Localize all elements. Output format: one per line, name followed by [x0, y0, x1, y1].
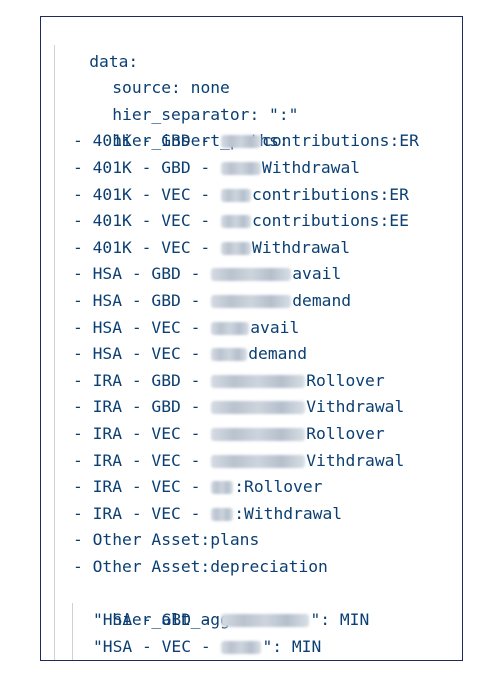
insert-path-line: - 401K - VEC - Withdrawal	[73, 235, 350, 262]
alt-agg-line: "HSA - VEC - ": MIN	[93, 634, 322, 660]
alt-agg-prefix: "HSA - VEC -	[93, 636, 221, 656]
redacted-blur	[221, 188, 252, 202]
path-prefix: - 401K - GBD -	[73, 158, 221, 177]
redacted-blur	[211, 454, 306, 468]
path-prefix: - HSA - GBD -	[73, 264, 211, 284]
path-suffix: Withdrawal	[262, 158, 361, 177]
path-suffix: Vithdrawal	[306, 450, 405, 470]
path-suffix: contributions:ER	[252, 184, 409, 204]
path-prefix: - IRA - VEC -	[73, 450, 211, 470]
insert-path-line: - HSA - VEC - avail	[73, 315, 299, 342]
alt-agg-suffix: ": MIN	[262, 636, 322, 656]
path-suffix: avail	[250, 317, 300, 337]
path-suffix: contributions:ER	[262, 131, 419, 151]
alt-agg-line: "HSA - GBD - ": MIN	[93, 607, 369, 634]
code-line-data: data:	[50, 22, 138, 71]
redacted-blur	[221, 614, 310, 628]
insert-path-line: - HSA - GBD - avail	[73, 261, 341, 288]
path-prefix: - HSA - GBD -	[73, 291, 211, 310]
insert-path-line: - HSA - VEC - demand	[73, 341, 307, 368]
redacted-blur	[221, 215, 252, 229]
alt-agg-prefix: "HSA - GBD -	[93, 610, 221, 630]
redacted-blur	[211, 374, 306, 388]
path-prefix: - 401K - VEC -	[73, 237, 221, 257]
redacted-blur	[211, 428, 306, 441]
path-suffix: Rollover	[306, 370, 385, 390]
redacted-blur	[211, 401, 306, 415]
path-suffix: contributions:EE	[252, 211, 409, 231]
redacted-blur	[221, 241, 252, 255]
redacted-blur	[211, 507, 234, 521]
redacted-blur	[221, 135, 262, 149]
code-line-source: source: none	[73, 49, 230, 97]
path-suffix: :Withdrawal	[234, 503, 343, 523]
code-line-hier-alt-agg: hier_alt_agg:	[73, 581, 239, 629]
insert-path-line: - IRA - GBD - Rollover	[73, 368, 385, 395]
insert-path-line: - HSA - GBD - demand	[73, 288, 351, 315]
insert-path-line: - 401K - VEC - contributions:ER	[73, 182, 409, 209]
path-prefix: - IRA - VEC -	[73, 503, 211, 523]
path-prefix: - IRA - VEC -	[73, 477, 211, 497]
path-prefix: - HSA - VEC -	[73, 344, 211, 364]
path-prefix: - IRA - GBD -	[73, 397, 211, 417]
redacted-blur	[211, 295, 292, 308]
redacted-blur	[211, 268, 292, 282]
insert-path-line: - IRA - VEC - Vithdrawal	[73, 448, 404, 475]
path-prefix: - IRA - VEC -	[73, 424, 211, 443]
redacted-blur	[221, 640, 262, 654]
path-suffix: :Rollover	[234, 477, 323, 497]
path-text: - Other Asset:plans	[73, 530, 260, 550]
path-prefix: - 401K - VEC -	[73, 211, 221, 231]
other-path-line: - Other Asset:depreciation	[73, 554, 328, 581]
redacted-blur	[211, 348, 248, 362]
insert-path-line: - IRA - VEC - Rollover	[73, 421, 385, 448]
other-path-line: - Other Asset:plans	[73, 527, 259, 554]
path-suffix: Vithdrawal	[306, 397, 405, 417]
path-prefix: - 401K - GBD -	[73, 131, 221, 151]
path-suffix: demand	[292, 291, 352, 310]
insert-path-line: - IRA - GBD - Vithdrawal	[73, 394, 404, 421]
path-prefix: - 401K - VEC -	[73, 184, 221, 204]
yaml-editor[interactable]: data: source: none hier_separator: ":" h…	[40, 16, 463, 661]
insert-path-line: - 401K - GBD - contributions:ER	[73, 128, 419, 155]
path-suffix: demand	[248, 344, 308, 364]
path-prefix: - IRA - GBD -	[73, 370, 211, 390]
code-line-hier-separator: hier_separator: ":"	[73, 75, 298, 124]
insert-path-line: - 401K - GBD - Withdrawal	[73, 155, 360, 182]
path-suffix: Withdrawal	[252, 237, 351, 257]
path-suffix: Rollover	[306, 424, 385, 443]
insert-path-line: - IRA - VEC - :Rollover	[73, 474, 322, 501]
code-line-hier-insert-paths: hier_insert_paths:	[73, 102, 288, 150]
path-prefix: - HSA - VEC -	[73, 317, 211, 337]
insert-path-line: - 401K - VEC - contributions:EE	[73, 208, 409, 235]
path-text: - Other Asset:depreciation	[73, 557, 328, 576]
insert-path-line: - IRA - VEC - :Withdrawal	[73, 501, 342, 528]
redacted-blur	[221, 162, 262, 175]
alt-agg-suffix: ": MIN	[310, 610, 370, 630]
redacted-blur	[211, 321, 250, 335]
path-suffix: avail	[292, 264, 342, 284]
redacted-blur	[211, 481, 234, 495]
indent-guide	[54, 45, 55, 660]
